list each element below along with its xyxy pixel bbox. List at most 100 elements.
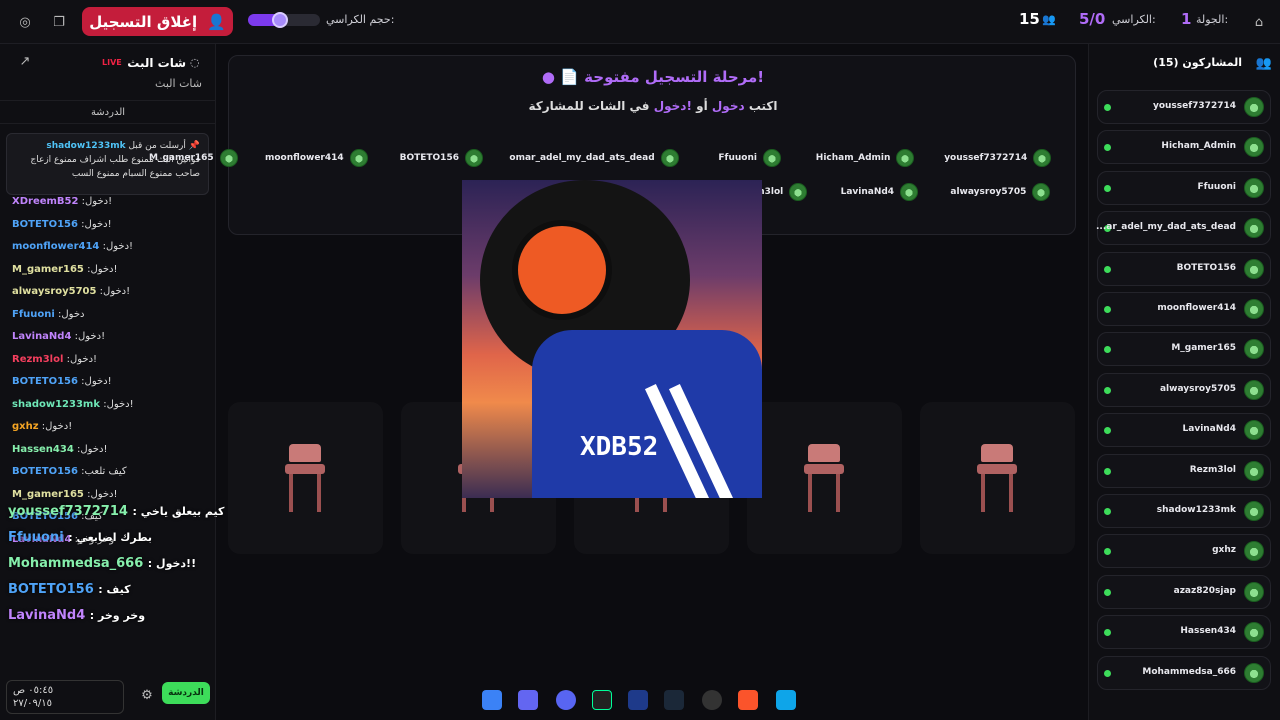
webcam-overlay: XDB52 — [462, 180, 762, 498]
windows-icon[interactable] — [776, 690, 796, 710]
avatar — [464, 149, 483, 167]
overlay-username: LavinaNd4 — [8, 608, 86, 623]
home-icon[interactable]: ⌂ — [1248, 11, 1270, 33]
settings-icon[interactable]: ⚙ — [136, 684, 158, 706]
copy-icon[interactable]: ❐ — [48, 11, 70, 33]
avatar — [1244, 581, 1264, 602]
participant-row[interactable]: shadow1233mk — [1097, 494, 1271, 528]
chat-username[interactable]: M_gamer165 — [12, 489, 84, 500]
participant-row[interactable]: moonflower414 — [1097, 292, 1271, 326]
participant-name: Hassen434 — [1180, 626, 1236, 637]
close-registration-button[interactable]: إغلاق التسجيل 👤 — [82, 7, 233, 36]
avatar — [349, 149, 368, 167]
chat-text: :دخول! — [81, 218, 112, 230]
top-bar: ◎ ❐ إغلاق التسجيل 👤 حجم الكراسي: 15 👥 5/… — [0, 0, 1280, 44]
registered-chip: youssef7372714 — [944, 148, 1052, 168]
avatar — [219, 149, 238, 167]
chat-message: XDreemB52 :دخول! — [12, 196, 112, 207]
chat-username[interactable]: BOTETO156 — [12, 466, 78, 477]
registered-name: youssef7372714 — [944, 153, 1028, 163]
chat-bubble-icon: ◌ — [190, 56, 200, 69]
chat-username[interactable]: Ffuuoni — [12, 309, 55, 320]
taskbar — [470, 686, 810, 720]
seat-size-label: حجم الكراسي: — [326, 13, 395, 26]
chat-username[interactable]: alwaysroy5705 — [12, 286, 96, 297]
app-icon[interactable] — [482, 690, 502, 710]
brave-icon[interactable] — [738, 690, 758, 710]
chat-title: شات البث — [127, 56, 186, 70]
chat-footer: ٠٥:٤٥ ص ٢٧/٠٩/١٥ ⚙ الدردشة — [0, 676, 216, 720]
avatar — [1244, 218, 1264, 239]
chat-header: ↗ LIVE شات البث ◌ شات البث — [0, 44, 216, 100]
registered-chip: M_gamer165 — [149, 148, 238, 168]
participant-row[interactable]: Mohammedsa_666 — [1097, 655, 1271, 690]
vscode-icon[interactable] — [628, 690, 648, 710]
participant-row[interactable]: Rezm3lol — [1097, 453, 1271, 488]
chat-username[interactable]: LavinaNd4 — [12, 331, 71, 342]
terminal-icon[interactable] — [592, 690, 612, 710]
instruction-suffix: في الشات للمشاركة — [528, 99, 650, 113]
chat-text: :دخول! — [81, 196, 113, 207]
discord-icon[interactable] — [556, 690, 576, 710]
chat-message: moonflower414 :دخول! — [12, 241, 133, 252]
chat-text: :دخول! — [66, 353, 98, 365]
avatar — [1244, 460, 1264, 481]
registered-name: omar_adel_my_dad_ats_dead — [509, 153, 655, 163]
chat-username[interactable]: Rezm3lol — [12, 354, 63, 365]
seat[interactable] — [747, 402, 902, 554]
participant-row[interactable]: M_gamer165 — [1097, 332, 1271, 367]
registered-name: BOTETO156 — [399, 153, 459, 163]
participant-row[interactable]: Hassen434 — [1097, 615, 1271, 650]
avatar — [1244, 541, 1264, 562]
tab-chat[interactable]: الدردشة — [0, 100, 216, 124]
overlay-message: BOTETO156 : كيف — [8, 582, 131, 597]
app-icon[interactable] — [518, 690, 538, 710]
document-icon: 📄 — [560, 68, 579, 86]
chat-text: :دخول! — [74, 331, 106, 342]
obs-icon[interactable] — [702, 690, 722, 710]
chat-username[interactable]: XDreemB52 — [12, 196, 78, 207]
chat-text: :دخول! — [102, 241, 134, 252]
chat-username[interactable]: M_gamer165 — [12, 264, 84, 275]
chat-username[interactable]: moonflower414 — [12, 241, 99, 252]
participant-row[interactable]: alwaysroy5705 — [1097, 372, 1271, 407]
online-dot — [1104, 386, 1111, 394]
chat-username[interactable]: shadow1233mk — [12, 399, 100, 410]
registered-name: LavinaNd4 — [840, 187, 895, 197]
chat-username[interactable]: BOTETO156 — [12, 219, 78, 230]
chat-username[interactable]: Hassen434 — [12, 444, 74, 455]
chat-username[interactable]: gxhz — [12, 421, 39, 432]
steam-icon[interactable] — [664, 690, 684, 710]
phase-title: ● 📄 مرحلة التسجيل مفتوحة! — [229, 68, 1077, 86]
registered-chip: omar_adel_my_dad_ats_dead — [509, 148, 679, 168]
participants-icon: 👥 — [1042, 13, 1056, 26]
round-value: 1 — [1181, 10, 1192, 28]
seat[interactable] — [228, 402, 383, 554]
seat-size-knob[interactable] — [272, 12, 289, 28]
participant-row[interactable]: BOTETO156 — [1097, 251, 1271, 286]
avatar — [1032, 183, 1051, 201]
palette-icon[interactable]: ◎ — [14, 11, 36, 33]
participant-row[interactable]: Hicham_Admin — [1097, 130, 1271, 165]
chat-button[interactable]: الدردشة — [162, 682, 210, 704]
participant-name: shadow1233mk — [1156, 505, 1236, 515]
participant-row[interactable]: ...ar_adel_my_dad_ats_dead — [1096, 211, 1271, 246]
overlay-username: Mohammedsa_666 — [8, 556, 144, 571]
hoodie-text: XDB52 — [580, 432, 659, 462]
registered-chip: Hicham_Admin — [816, 148, 915, 168]
overlay-text: : كيم بيعلق ياخي — [132, 505, 225, 518]
participant-row[interactable]: youssef7372714 — [1097, 90, 1271, 124]
participant-row[interactable]: Ffuuoni — [1097, 170, 1271, 205]
chat-username[interactable]: BOTETO156 — [12, 376, 78, 387]
participants-panel: المشاركون (15) 👥 youssef7372714 Hicham_Ad… — [1088, 44, 1280, 720]
participant-row[interactable]: azaz820sjap — [1097, 574, 1271, 609]
seat-size-slider[interactable] — [248, 12, 320, 28]
participant-row[interactable]: gxhz — [1097, 534, 1271, 569]
seat[interactable] — [920, 402, 1075, 554]
online-dot — [1104, 104, 1111, 111]
external-link-icon[interactable]: ↗ — [14, 50, 36, 72]
chat-text: :دخول! — [81, 376, 112, 387]
participant-row[interactable]: LavinaNd4 — [1097, 413, 1271, 448]
overlay-text: : كيف — [98, 583, 131, 596]
chat-text: :دخول! — [41, 421, 73, 432]
